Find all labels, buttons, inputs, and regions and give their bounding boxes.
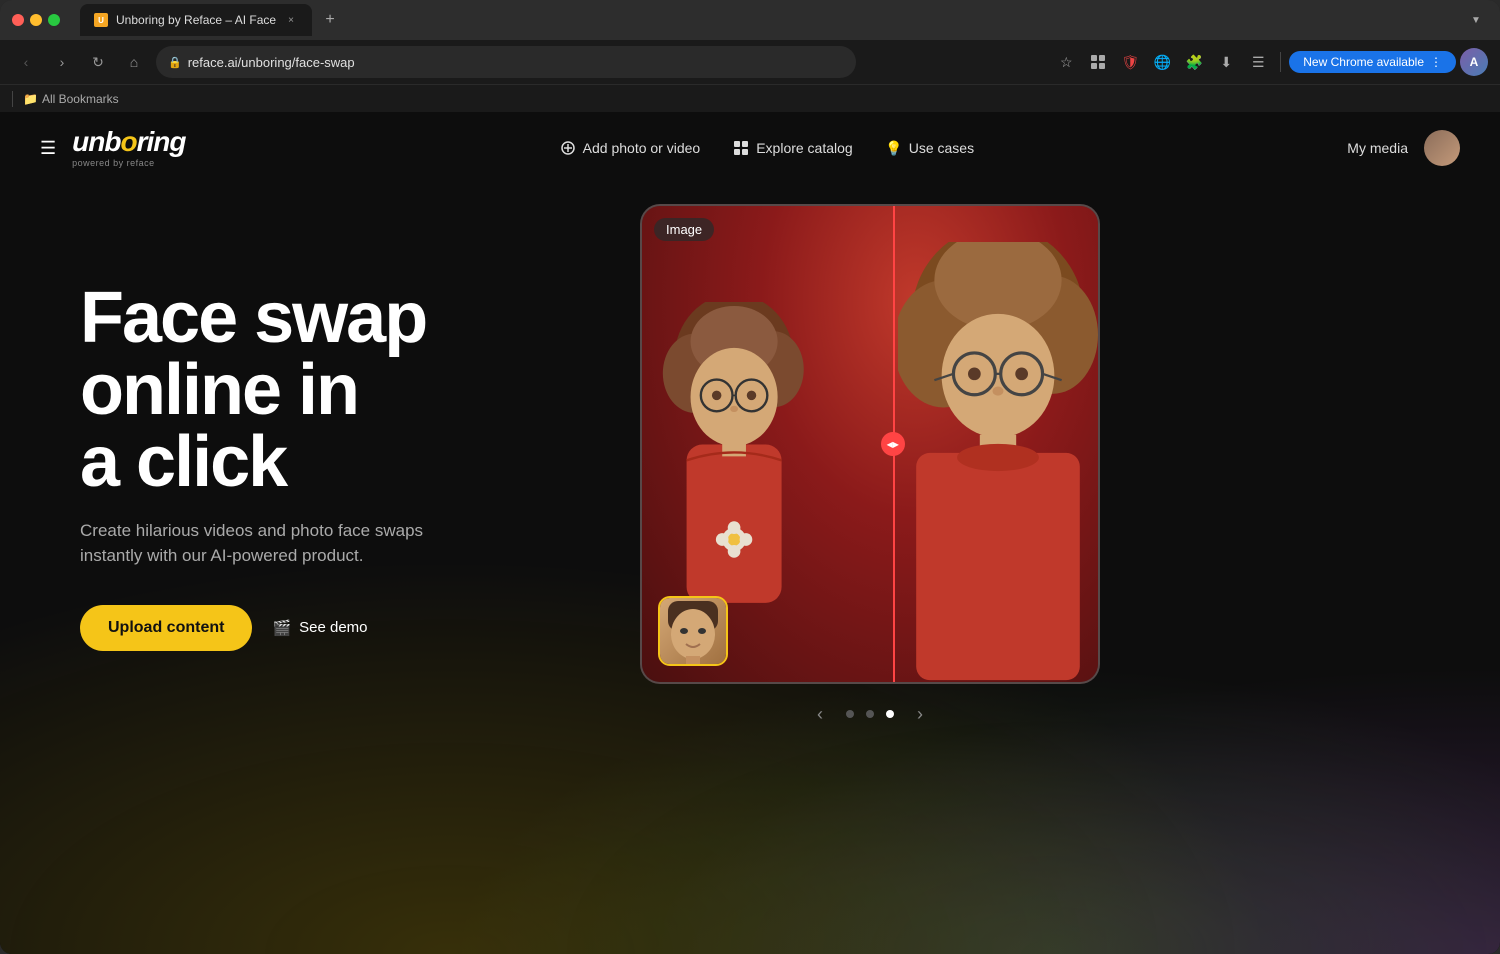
minimize-button[interactable] — [30, 14, 42, 26]
address-bar: ‹ › ↻ ⌂ 🔒 reface.ai/unboring/face-swap ☆… — [0, 40, 1500, 84]
nav-use-cases[interactable]: 💡 Use cases — [885, 139, 974, 157]
nav-menu-icon[interactable]: ☰ — [40, 138, 56, 159]
lightbulb-icon: 💡 — [885, 139, 903, 157]
traffic-lights — [12, 14, 60, 26]
logo[interactable]: unboring powered by reface — [72, 128, 185, 168]
image-comparison-card[interactable]: Image — [640, 204, 1100, 684]
profile-avatar[interactable]: A — [1460, 48, 1488, 76]
title-bar: U Unboring by Reface – AI Face... × + ▼ — [0, 0, 1500, 40]
catalog-icon — [732, 139, 750, 157]
shield-icon[interactable]: 🛡 — [1116, 48, 1144, 76]
maximize-button[interactable] — [48, 14, 60, 26]
browser-window: U Unboring by Reface – AI Face... × + ▼ … — [0, 0, 1500, 954]
puzzle-icon[interactable]: 🧩 — [1180, 48, 1208, 76]
image-label: Image — [654, 218, 714, 241]
divider — [1280, 52, 1281, 72]
nav-my-media-link[interactable]: My media — [1347, 140, 1408, 156]
nav-links: Add photo or video Explore catalog � — [559, 139, 974, 157]
chrome-update-button[interactable]: New Chrome available ⋮ — [1289, 51, 1456, 73]
chrome-update-label: New Chrome available — [1303, 55, 1424, 69]
carousel-pagination: ‹ › — [640, 700, 1100, 728]
tab-favicon: U — [94, 13, 108, 27]
cast-icon[interactable]: 🌐 — [1148, 48, 1176, 76]
address-actions: ☆ 🛡 🌐 🧩 ⬇ ☰ New Chrome available ⋮ A — [1052, 48, 1488, 76]
nav-explore-catalog[interactable]: Explore catalog — [732, 139, 853, 157]
carousel-dot-1[interactable] — [846, 710, 854, 718]
home-button[interactable]: ⌂ — [120, 48, 148, 76]
nav-right: My media — [1347, 130, 1460, 166]
sidebar-toggle-icon[interactable]: ☰ — [1244, 48, 1272, 76]
face-thumbnail[interactable] — [658, 596, 728, 666]
back-button[interactable]: ‹ — [12, 48, 40, 76]
demo-icon: 🎬 — [272, 619, 291, 637]
ssl-lock-icon: 🔒 — [168, 56, 182, 69]
hero-right: Image — [640, 204, 1100, 728]
handle-arrows: ◀▶ — [887, 440, 899, 449]
see-demo-button[interactable]: 🎬 See demo — [272, 619, 367, 637]
bookmark-star-icon[interactable]: ☆ — [1052, 48, 1080, 76]
nav-add-photo-label: Add photo or video — [583, 140, 701, 156]
active-tab[interactable]: U Unboring by Reface – AI Face... × — [80, 4, 312, 36]
forward-button[interactable]: › — [48, 48, 76, 76]
tab-dropdown-button[interactable]: ▼ — [1464, 8, 1488, 32]
hero-title-line1: Face swap online in — [80, 278, 426, 430]
logo-text-before-o: unb — [72, 126, 120, 157]
tab-title: Unboring by Reface – AI Face... — [116, 13, 276, 27]
comparison-handle[interactable]: ◀▶ — [881, 432, 905, 456]
user-avatar[interactable] — [1424, 130, 1460, 166]
see-demo-label: See demo — [299, 619, 367, 636]
logo-text-after-o: ring — [137, 126, 186, 157]
all-bookmarks-link[interactable]: 📁 All Bookmarks — [17, 90, 125, 108]
carousel-prev-button[interactable]: ‹ — [806, 700, 834, 728]
nav-add-photo[interactable]: Add photo or video — [559, 139, 701, 157]
logo-text: unboring — [72, 128, 185, 156]
hero-title: Face swap online in a click — [80, 282, 600, 498]
upload-content-button[interactable]: Upload content — [80, 605, 252, 651]
carousel-next-button[interactable]: › — [906, 700, 934, 728]
hero-subtitle: Create hilarious videos and photo face s… — [80, 518, 460, 569]
nav-explore-label: Explore catalog — [756, 140, 853, 156]
add-photo-icon — [559, 139, 577, 157]
tab-close-button[interactable]: × — [284, 13, 298, 27]
carousel-dot-3[interactable] — [886, 710, 894, 718]
vintage-photo-scene: ◀▶ — [642, 206, 1098, 682]
hero-actions: Upload content 🎬 See demo — [80, 605, 600, 651]
extensions-icon[interactable] — [1084, 48, 1112, 76]
all-bookmarks-label: All Bookmarks — [42, 92, 119, 106]
tab-bar: U Unboring by Reface – AI Face... × + ▼ — [80, 4, 1488, 36]
close-button[interactable] — [12, 14, 24, 26]
url-bar[interactable]: 🔒 reface.ai/unboring/face-swap — [156, 46, 856, 78]
refresh-button[interactable]: ↻ — [84, 48, 112, 76]
site-nav: ☰ unboring powered by reface — [0, 112, 1500, 184]
logo-o-yellow: o — [120, 126, 136, 157]
bookmarks-folder-icon: 📁 — [23, 92, 38, 106]
chrome-update-menu-icon: ⋮ — [1430, 55, 1442, 69]
hero-subtitle-line1: Create hilarious videos and photo face s… — [80, 521, 423, 540]
download-icon[interactable]: ⬇ — [1212, 48, 1240, 76]
page-content: ☰ unboring powered by reface — [0, 112, 1500, 954]
hero-subtitle-line2: instantly with our AI-powered product. — [80, 546, 363, 565]
hero-section: Face swap online in a click Create hilar… — [0, 184, 1500, 728]
carousel-dot-2[interactable] — [866, 710, 874, 718]
hero-left: Face swap online in a click Create hilar… — [80, 282, 600, 651]
logo-powered-by: powered by reface — [72, 158, 185, 168]
hero-title-line2: a click — [80, 422, 286, 502]
url-text: reface.ai/unboring/face-swap — [188, 55, 355, 70]
bookmarks-bar: 📁 All Bookmarks — [0, 84, 1500, 112]
nav-use-cases-label: Use cases — [909, 140, 974, 156]
bookmarks-divider — [12, 91, 13, 107]
new-tab-button[interactable]: + — [316, 6, 344, 34]
